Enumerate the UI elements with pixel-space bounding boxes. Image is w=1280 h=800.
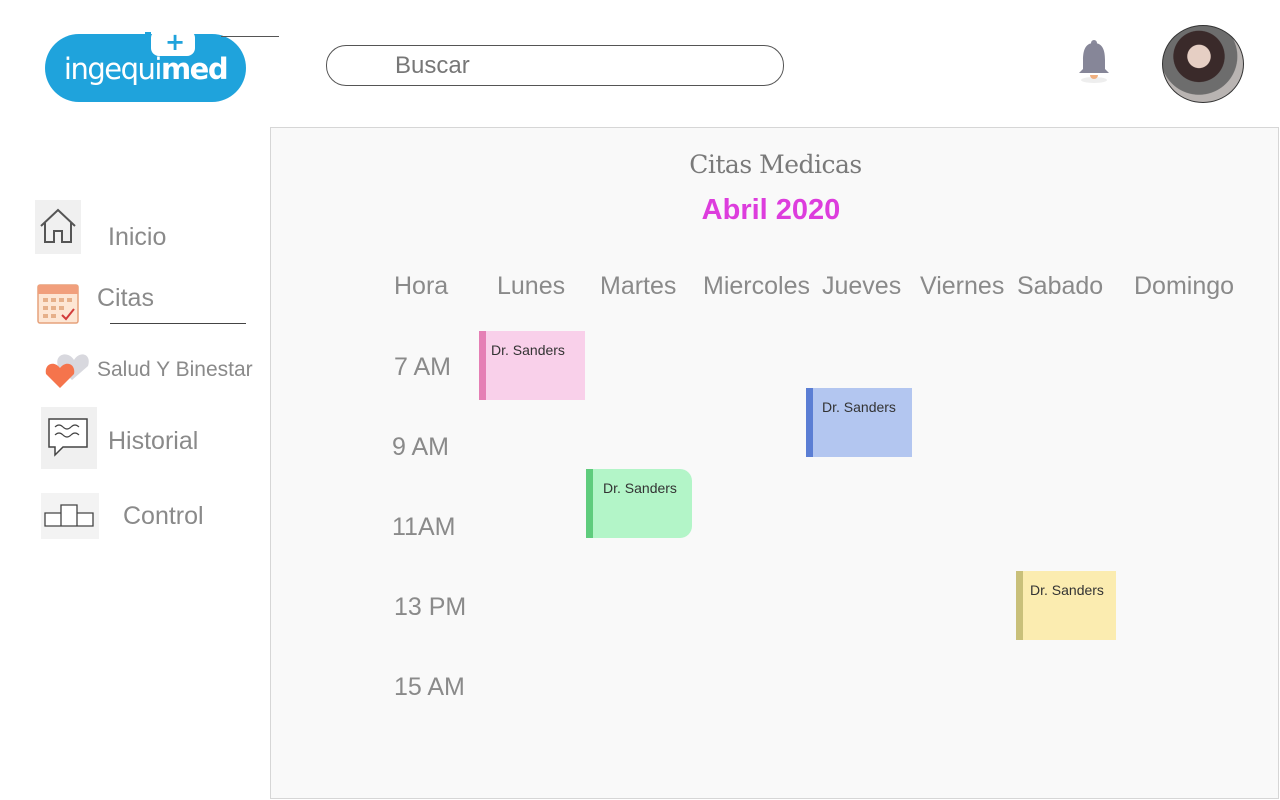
appointment-card[interactable]: Dr. Sanders	[1016, 571, 1116, 640]
time-label: 9 AM	[392, 433, 449, 461]
sidebar-item-label: Salud Y Binestar	[97, 358, 253, 381]
column-header-viernes: Viernes	[920, 272, 1005, 300]
user-avatar[interactable]	[1162, 25, 1244, 103]
column-header-hora: Hora	[394, 272, 449, 300]
app-logo[interactable]: ingequimed	[45, 28, 279, 102]
calendar-icon	[37, 284, 79, 324]
bell-icon[interactable]	[1077, 38, 1111, 84]
column-header-jueves: Jueves	[822, 272, 902, 300]
column-header-miercoles: Miercoles	[703, 272, 810, 300]
column-header-martes: Martes	[600, 272, 677, 300]
sidebar-item-inicio[interactable]: Inicio	[0, 198, 265, 258]
sidebar-item-label: Control	[123, 502, 204, 530]
heart-icon	[45, 354, 89, 388]
appointment-doctor: Dr. Sanders	[491, 342, 565, 358]
time-label: 11AM	[392, 513, 456, 541]
appointment-doctor: Dr. Sanders	[822, 399, 896, 415]
chat-icon	[41, 407, 97, 469]
column-header-sabado: Sabado	[1017, 272, 1104, 300]
calendar-month: Abril 2020	[701, 194, 841, 226]
sidebar-item-control[interactable]: Control	[0, 492, 265, 540]
home-icon	[35, 200, 81, 254]
appointment-accent	[479, 331, 486, 400]
active-underline	[110, 323, 246, 324]
search-input[interactable]	[393, 50, 757, 82]
sidebar-item-label: Inicio	[108, 223, 167, 251]
sidebar-item-historial[interactable]: Historial	[0, 406, 265, 470]
sidebar-item-salud[interactable]: Salud Y Binestar	[0, 348, 265, 398]
logo-text: ingequimed	[45, 52, 246, 86]
logo-text-light: ingequi	[63, 52, 163, 86]
column-header-domingo: Domingo	[1134, 272, 1235, 300]
sidebar-item-citas[interactable]: Citas	[0, 278, 265, 328]
logo-text-bold: med	[160, 52, 229, 86]
sidebar-item-label: Historial	[108, 427, 199, 455]
logo-divider	[221, 36, 279, 37]
calendar-panel: Citas Medicas Abril 2020 Hora Lunes Mart…	[270, 127, 1279, 799]
appointment-accent	[1016, 571, 1023, 640]
appointment-doctor: Dr. Sanders	[603, 480, 677, 496]
column-header-lunes: Lunes	[497, 272, 566, 300]
appointment-card[interactable]: Dr. Sanders	[806, 388, 912, 457]
appointment-doctor: Dr. Sanders	[1030, 582, 1104, 598]
calendar-title: Citas Medicas	[689, 150, 862, 179]
podium-icon	[41, 493, 99, 539]
appointment-card[interactable]: Dr. Sanders	[586, 469, 692, 538]
time-label: 13 PM	[394, 593, 467, 621]
time-label: 7 AM	[394, 353, 451, 381]
appointment-card[interactable]: Dr. Sanders	[479, 331, 585, 400]
sidebar-item-label: Citas	[97, 284, 154, 312]
appointment-accent	[586, 469, 593, 538]
appointment-accent	[806, 388, 813, 457]
time-label: 15 AM	[394, 673, 465, 701]
search-bar[interactable]	[326, 45, 784, 86]
